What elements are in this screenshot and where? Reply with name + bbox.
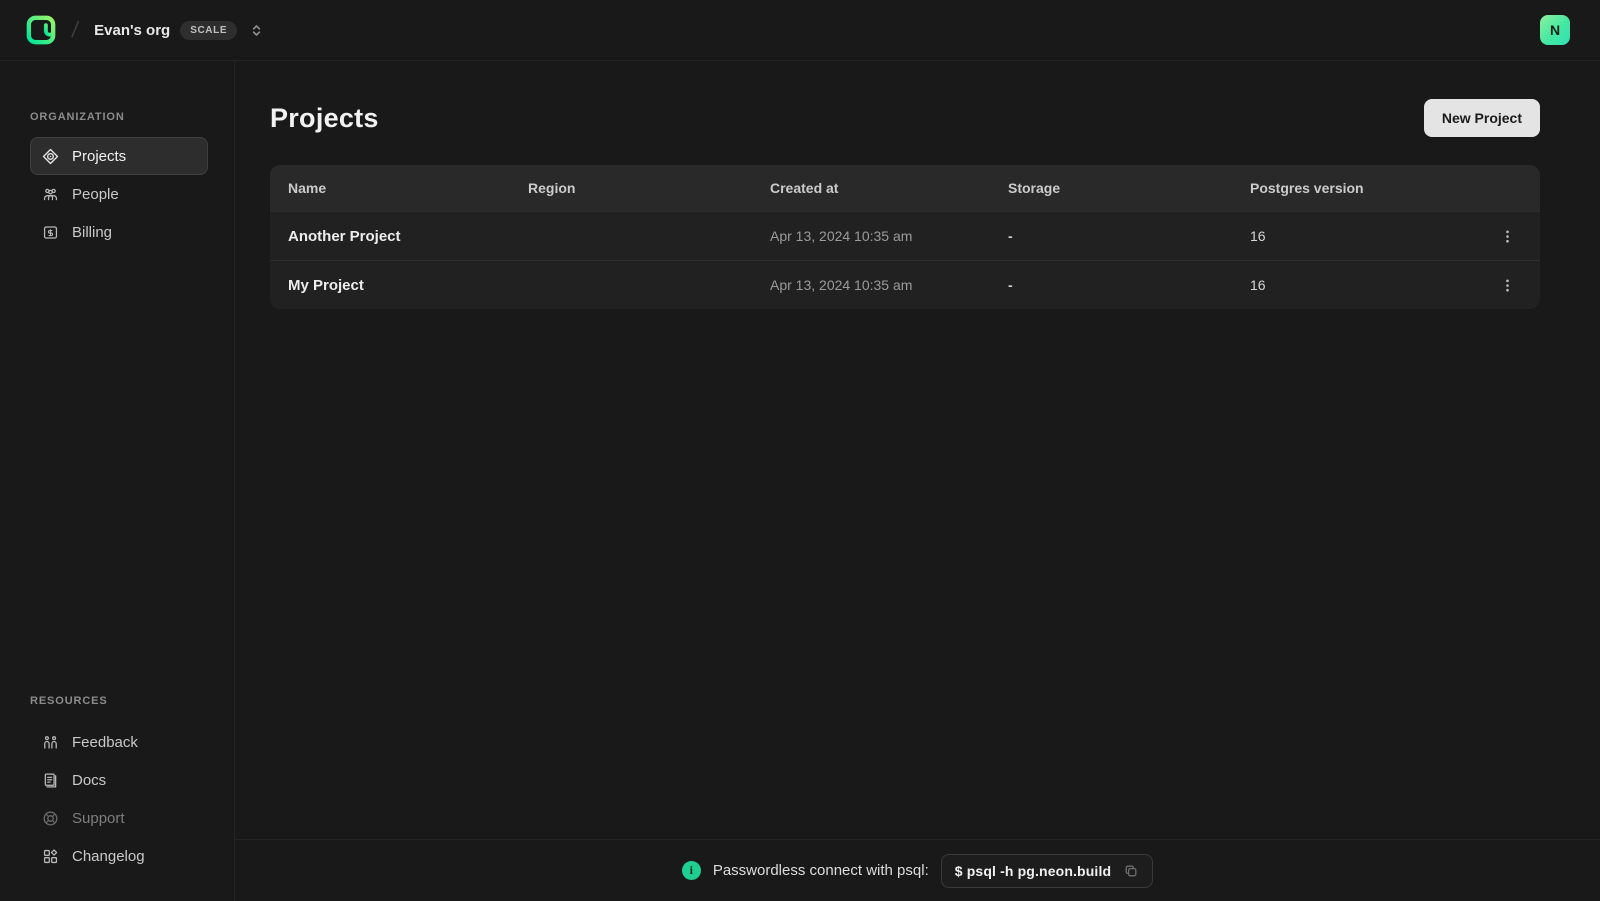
people-icon	[41, 185, 60, 204]
topbar: / Evan's org SCALE N	[0, 0, 1600, 61]
sidebar-item-changelog[interactable]: Changelog	[30, 837, 208, 875]
new-project-button[interactable]: New Project	[1424, 99, 1540, 137]
sidebar-item-people[interactable]: People	[30, 175, 208, 213]
docs-icon	[41, 771, 60, 790]
sidebar-item-label: Projects	[72, 148, 126, 165]
table-row[interactable]: Another Project Apr 13, 2024 10:35 am - …	[270, 211, 1540, 260]
page-title: Projects	[270, 103, 379, 134]
sidebar-item-billing[interactable]: Billing	[30, 213, 208, 251]
table-row[interactable]: My Project Apr 13, 2024 10:35 am - 16	[270, 260, 1540, 309]
sidebar-item-label: Billing	[72, 224, 112, 241]
feedback-icon	[41, 733, 60, 752]
column-header-name: Name	[270, 180, 510, 196]
projects-icon	[41, 147, 60, 166]
sidebar-item-label: People	[72, 186, 119, 203]
project-postgres-version: 16	[1232, 228, 1474, 244]
footer: i Passwordless connect with psql: $ psql…	[235, 839, 1600, 901]
plan-badge: SCALE	[180, 21, 237, 40]
column-header-created-at: Created at	[752, 180, 990, 196]
sidebar-section-resources: RESOURCES	[30, 695, 208, 707]
column-header-postgres-version: Postgres version	[1232, 180, 1474, 196]
sidebar-section-organization: ORGANIZATION	[30, 111, 208, 123]
main-content: Projects New Project Name Region Created…	[235, 61, 1600, 839]
project-name[interactable]: Another Project	[270, 228, 510, 245]
row-menu-kebab-icon[interactable]	[1493, 222, 1521, 250]
sidebar: ORGANIZATION Projects People	[0, 61, 235, 901]
changelog-icon	[41, 847, 60, 866]
project-name[interactable]: My Project	[270, 277, 510, 294]
row-menu-kebab-icon[interactable]	[1493, 271, 1521, 299]
psql-command-box[interactable]: $ psql -h pg.neon.build	[941, 854, 1153, 888]
support-icon	[41, 809, 60, 828]
psql-command: $ psql -h pg.neon.build	[955, 863, 1111, 879]
sidebar-item-label: Changelog	[72, 848, 145, 865]
projects-table: Name Region Created at Storage Postgres …	[270, 165, 1540, 309]
psql-message: Passwordless connect with psql:	[713, 862, 929, 879]
billing-icon	[41, 223, 60, 242]
copy-icon[interactable]	[1123, 863, 1139, 879]
sidebar-item-support[interactable]: Support	[30, 799, 208, 837]
project-storage: -	[990, 277, 1232, 293]
project-created-at: Apr 13, 2024 10:35 am	[752, 228, 990, 244]
org-name[interactable]: Evan's org	[94, 22, 170, 39]
project-postgres-version: 16	[1232, 277, 1474, 293]
project-storage: -	[990, 228, 1232, 244]
sidebar-item-feedback[interactable]: Feedback	[30, 723, 208, 761]
table-header-row: Name Region Created at Storage Postgres …	[270, 165, 1540, 211]
sidebar-item-label: Feedback	[72, 734, 138, 751]
sidebar-item-docs[interactable]: Docs	[30, 761, 208, 799]
avatar[interactable]: N	[1540, 15, 1570, 45]
sidebar-item-label: Docs	[72, 772, 106, 789]
column-header-storage: Storage	[990, 180, 1232, 196]
neon-logo-icon[interactable]	[24, 13, 58, 47]
column-header-region: Region	[510, 180, 752, 196]
breadcrumb-divider: /	[70, 17, 80, 43]
org-switcher-chevrons-icon[interactable]	[249, 23, 264, 38]
sidebar-item-projects[interactable]: Projects	[30, 137, 208, 175]
sidebar-item-label: Support	[72, 810, 125, 827]
info-icon: i	[682, 861, 701, 880]
project-created-at: Apr 13, 2024 10:35 am	[752, 277, 990, 293]
